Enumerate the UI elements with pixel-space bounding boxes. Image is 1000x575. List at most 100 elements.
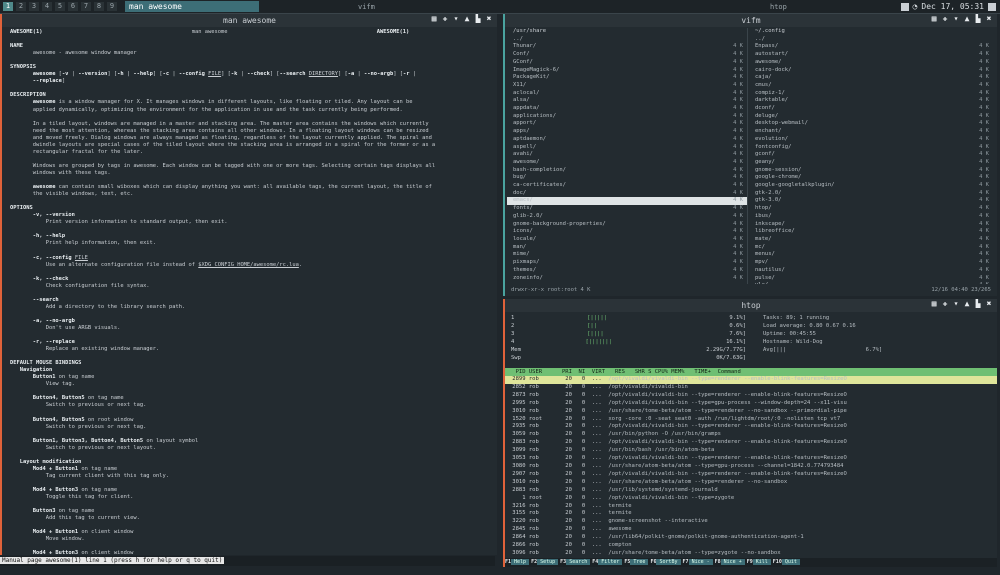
file-entry[interactable]: themes/4 K <box>507 267 747 275</box>
ontop-icon[interactable]: ▲ <box>963 300 971 308</box>
file-entry[interactable]: fontconfig/4 K <box>749 144 993 152</box>
man-titlebar[interactable]: man awesome ▦ ✚ ▾ ▲ ▙ ✖ <box>2 14 497 27</box>
tag-2[interactable]: 2 <box>16 2 26 11</box>
sticky-icon[interactable]: ▾ <box>952 15 960 23</box>
file-entry[interactable]: glib-2.0/4 K <box>507 213 747 221</box>
file-entry[interactable]: aclocal/4 K <box>507 90 747 98</box>
task-vifm[interactable]: vifm <box>358 3 375 11</box>
process-table-header[interactable]: PID USER PRI NI VIRT RES SHR S CPU% MEM%… <box>505 368 997 376</box>
file-entry[interactable]: menus/4 K <box>749 251 993 259</box>
process-row[interactable]: 3216 rob 20 0 ... termite <box>505 503 997 511</box>
fkey-f9[interactable]: F9 Kill <box>747 558 773 567</box>
close-icon[interactable]: ✖ <box>985 300 993 308</box>
file-entry[interactable]: gnome-background-properties/4 K <box>507 221 747 229</box>
file-entry[interactable]: mpv/4 K <box>749 259 993 267</box>
process-row[interactable]: 1 root 20 0 ... /opt/vivaldi/vivaldi-bin… <box>505 495 997 503</box>
fkey-f3[interactable]: F3 Search <box>560 558 592 567</box>
process-row[interactable]: 2995 rob 20 0 ... /opt/vivaldi/vivaldi-b… <box>505 400 997 408</box>
file-entry[interactable]: inkscape/4 K <box>749 221 993 229</box>
process-row[interactable]: 2883 rob 20 0 ... /opt/vivaldi/vivaldi-b… <box>505 439 997 447</box>
vifm-titlebar[interactable]: vifm ▦ ✚ ▾ ▲ ▙ ✖ <box>505 14 997 27</box>
fkey-f8[interactable]: F8 Nice + <box>715 558 747 567</box>
sticky-icon[interactable]: ▾ <box>952 300 960 308</box>
file-entry[interactable]: aptdaemon/4 K <box>507 136 747 144</box>
vifm-left-pane[interactable]: /usr/share ../Thunar/4 K Conf/4 K GConf/4 … <box>507 28 748 284</box>
man-window[interactable]: man awesome ▦ ✚ ▾ ▲ ▙ ✖ AWESOME(1) man a… <box>0 14 497 555</box>
fkey-f5[interactable]: F5 Tree <box>624 558 650 567</box>
maximize-icon[interactable]: ▙ <box>974 15 982 23</box>
file-entry[interactable]: gconf/4 K <box>749 151 993 159</box>
process-row[interactable]: 3096 rob 20 0 ... /usr/share/tome-beta/a… <box>505 550 997 558</box>
ontop-icon[interactable]: ▲ <box>963 15 971 23</box>
file-entry[interactable]: caja/4 K <box>749 74 993 82</box>
htop-titlebar[interactable]: htop ▦ ✚ ▾ ▲ ▙ ✖ <box>505 299 997 312</box>
tag-1[interactable]: 1 <box>3 2 13 11</box>
float-icon[interactable]: ✚ <box>941 300 949 308</box>
file-entry[interactable]: cairo-dock/4 K <box>749 67 993 75</box>
fkey-f7[interactable]: F7 Nice - <box>683 558 715 567</box>
float-icon[interactable]: ✚ <box>941 15 949 23</box>
file-entry[interactable]: pixmaps/4 K <box>507 259 747 267</box>
file-entry[interactable]: nautilus/4 K <box>749 267 993 275</box>
file-entry[interactable]: doc/4 K <box>507 190 747 198</box>
file-entry[interactable]: zoneinfo/4 K <box>507 275 747 283</box>
process-row[interactable]: 3220 rob 20 0 ... gnome-screenshot --int… <box>505 518 997 526</box>
layout-icon[interactable] <box>900 2 909 11</box>
file-entry[interactable]: enchant/4 K <box>749 128 993 136</box>
file-entry[interactable]: mime/4 K <box>507 251 747 259</box>
process-row[interactable]: 2935 rob 20 0 ... /opt/vivaldi/vivaldi-b… <box>505 423 997 431</box>
process-row[interactable]: 3053 rob 20 0 ... /opt/vivaldi/vivaldi-b… <box>505 455 997 463</box>
file-entry[interactable]: alsa/4 K <box>507 97 747 105</box>
file-entry[interactable]: icons/4 K <box>507 228 747 236</box>
file-entry[interactable]: aspell/4 K <box>507 144 747 152</box>
file-entry[interactable]: awesome/4 K <box>507 159 747 167</box>
file-entry[interactable]: vlc/4 K <box>749 282 993 284</box>
file-entry[interactable]: apps/4 K <box>507 128 747 136</box>
sticky-icon[interactable]: ▾ <box>452 15 460 23</box>
file-entry[interactable]: awesome/4 K <box>749 59 993 67</box>
fkey-f1[interactable]: F1 Help <box>505 558 531 567</box>
vifm-window[interactable]: vifm ▦ ✚ ▾ ▲ ▙ ✖ /usr/share ../Thunar/4 … <box>503 14 997 296</box>
fkey-f10[interactable]: F10 Quit <box>773 558 802 567</box>
file-entry[interactable]: applications/4 K <box>507 113 747 121</box>
file-entry[interactable]: compiz-1/4 K <box>749 90 993 98</box>
file-entry[interactable]: X11/4 K <box>507 82 747 90</box>
file-entry[interactable]: geany/4 K <box>749 159 993 167</box>
process-row[interactable]: 2845 rob 20 0 ... awesome <box>505 526 997 534</box>
file-entry[interactable]: htop/4 K <box>749 205 993 213</box>
task-htop[interactable]: htop <box>770 3 787 11</box>
process-list[interactable]: 2899 rob 20 0 ... /opt/vivaldi/vivaldi-b… <box>505 376 997 567</box>
close-icon[interactable]: ✖ <box>985 15 993 23</box>
tag-3[interactable]: 3 <box>29 2 39 11</box>
close-icon[interactable]: ✖ <box>485 15 493 23</box>
file-entry[interactable]: libreoffice/4 K <box>749 228 993 236</box>
tag-7[interactable]: 7 <box>81 2 91 11</box>
htop-window[interactable]: htop ▦ ✚ ▾ ▲ ▙ ✖ 1 [||||| 9.1%] 2 [|| 0.6… <box>503 299 997 567</box>
file-entry[interactable]: ../ <box>749 36 993 44</box>
file-entry[interactable]: pulse/4 K <box>749 275 993 283</box>
launcher-icon[interactable] <box>988 2 996 11</box>
process-row[interactable]: 2866 rob 20 0 ... compton <box>505 542 997 550</box>
file-entry[interactable]: appdata/4 K <box>507 105 747 113</box>
file-entry[interactable]: darktable/4 K <box>749 97 993 105</box>
tag-6[interactable]: 6 <box>68 2 78 11</box>
tag-4[interactable]: 4 <box>42 2 52 11</box>
file-entry[interactable]: bash-completion/4 K <box>507 167 747 175</box>
file-entry[interactable]: ibus/4 K <box>749 213 993 221</box>
task-man-awesome[interactable]: man awesome <box>125 1 259 12</box>
file-entry[interactable]: desktop-webmail/4 K <box>749 120 993 128</box>
file-entry[interactable]: gnome-session/4 K <box>749 167 993 175</box>
file-entry[interactable]: GConf/4 K <box>507 59 747 67</box>
process-row[interactable]: 3010 rob 20 0 ... /usr/share/atom-beta/a… <box>505 479 997 487</box>
maximize-icon[interactable]: ▙ <box>474 15 482 23</box>
file-entry[interactable]: fonts/4 K <box>507 205 747 213</box>
file-entry[interactable]: gtk-3.0/4 K <box>749 197 993 205</box>
file-entry[interactable]: apport/4 K <box>507 120 747 128</box>
file-entry[interactable]: Thunar/4 K <box>507 43 747 51</box>
process-row[interactable]: 2852 rob 20 0 ... /opt/vivaldi/vivaldi-b… <box>505 384 997 392</box>
fkey-f6[interactable]: F6 SortBy <box>650 558 682 567</box>
file-entry[interactable]: PackageKit/4 K <box>507 74 747 82</box>
layout-icon[interactable]: ▦ <box>930 15 938 23</box>
layout-icon[interactable]: ▦ <box>430 15 438 23</box>
file-entry[interactable]: deluge/4 K <box>749 113 993 121</box>
